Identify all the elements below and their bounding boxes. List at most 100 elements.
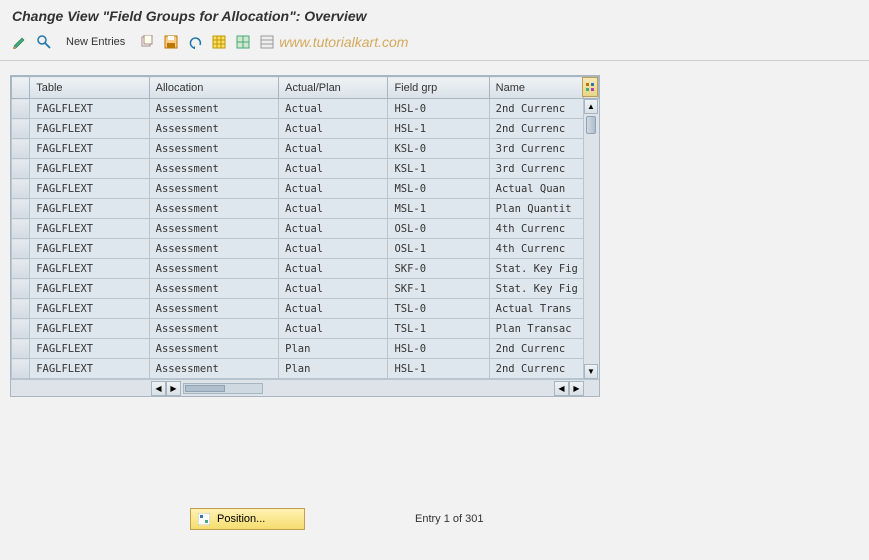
- table-row[interactable]: FAGLFLEXTAssessmentActualHSL-12nd Curren…: [12, 119, 599, 139]
- deselect-all-icon[interactable]: [257, 32, 277, 52]
- col-table-header[interactable]: Table: [30, 77, 149, 99]
- position-button[interactable]: Position...: [190, 508, 305, 530]
- cell-table[interactable]: FAGLFLEXT: [30, 299, 149, 319]
- cell-table[interactable]: FAGLFLEXT: [30, 159, 149, 179]
- table-row[interactable]: FAGLFLEXTAssessmentActualKSL-13rd Curren…: [12, 159, 599, 179]
- cell-name[interactable]: Stat. Key Fig: [489, 259, 583, 279]
- cell-name[interactable]: 3rd Currenc: [489, 139, 583, 159]
- cell-allocation[interactable]: Assessment: [149, 299, 279, 319]
- cell-allocation[interactable]: Assessment: [149, 259, 279, 279]
- row-selector[interactable]: [12, 119, 30, 139]
- cell-table[interactable]: FAGLFLEXT: [30, 239, 149, 259]
- col-selector-header[interactable]: [12, 77, 30, 99]
- row-selector[interactable]: [12, 199, 30, 219]
- table-row[interactable]: FAGLFLEXTAssessmentActualTSL-0Actual Tra…: [12, 299, 599, 319]
- row-selector[interactable]: [12, 279, 30, 299]
- table-row[interactable]: FAGLFLEXTAssessmentActualTSL-1Plan Trans…: [12, 319, 599, 339]
- table-row[interactable]: FAGLFLEXTAssessmentPlanHSL-12nd Currenc: [12, 359, 599, 379]
- cell-actualplan[interactable]: Actual: [279, 159, 388, 179]
- cell-fieldgrp[interactable]: HSL-1: [388, 359, 489, 379]
- cell-actualplan[interactable]: Actual: [279, 219, 388, 239]
- cell-fieldgrp[interactable]: MSL-1: [388, 199, 489, 219]
- cell-fieldgrp[interactable]: KSL-1: [388, 159, 489, 179]
- cell-name[interactable]: Actual Quan: [489, 179, 583, 199]
- row-selector[interactable]: [12, 259, 30, 279]
- cell-actualplan[interactable]: Plan: [279, 339, 388, 359]
- undo-icon[interactable]: [185, 32, 205, 52]
- row-selector[interactable]: [12, 339, 30, 359]
- cell-allocation[interactable]: Assessment: [149, 159, 279, 179]
- cell-table[interactable]: FAGLFLEXT: [30, 219, 149, 239]
- scroll-thumb[interactable]: [586, 116, 596, 134]
- select-all-icon[interactable]: [209, 32, 229, 52]
- cell-fieldgrp[interactable]: KSL-0: [388, 139, 489, 159]
- table-row[interactable]: FAGLFLEXTAssessmentActualHSL-02nd Curren…: [12, 99, 599, 119]
- cell-table[interactable]: FAGLFLEXT: [30, 99, 149, 119]
- cell-table[interactable]: FAGLFLEXT: [30, 279, 149, 299]
- cell-actualplan[interactable]: Actual: [279, 119, 388, 139]
- table-row[interactable]: FAGLFLEXTAssessmentActualKSL-03rd Curren…: [12, 139, 599, 159]
- cell-actualplan[interactable]: Actual: [279, 239, 388, 259]
- cell-name[interactable]: 2nd Currenc: [489, 339, 583, 359]
- cell-fieldgrp[interactable]: TSL-1: [388, 319, 489, 339]
- copy-icon[interactable]: [137, 32, 157, 52]
- toggle-display-change-icon[interactable]: [10, 32, 30, 52]
- cell-name[interactable]: 3rd Currenc: [489, 159, 583, 179]
- hscroll-left2-icon[interactable]: ◀: [554, 381, 569, 396]
- table-row[interactable]: FAGLFLEXTAssessmentActualOSL-14th Curren…: [12, 239, 599, 259]
- cell-allocation[interactable]: Assessment: [149, 179, 279, 199]
- cell-actualplan[interactable]: Actual: [279, 199, 388, 219]
- cell-fieldgrp[interactable]: OSL-0: [388, 219, 489, 239]
- row-selector[interactable]: [12, 319, 30, 339]
- cell-actualplan[interactable]: Actual: [279, 299, 388, 319]
- cell-allocation[interactable]: Assessment: [149, 219, 279, 239]
- col-name-header[interactable]: Name: [489, 77, 583, 99]
- row-selector[interactable]: [12, 239, 30, 259]
- cell-fieldgrp[interactable]: MSL-0: [388, 179, 489, 199]
- row-selector[interactable]: [12, 299, 30, 319]
- cell-table[interactable]: FAGLFLEXT: [30, 319, 149, 339]
- cell-actualplan[interactable]: Actual: [279, 259, 388, 279]
- cell-allocation[interactable]: Assessment: [149, 239, 279, 259]
- cell-table[interactable]: FAGLFLEXT: [30, 139, 149, 159]
- scroll-down-icon[interactable]: ▼: [584, 364, 598, 379]
- cell-fieldgrp[interactable]: HSL-0: [388, 339, 489, 359]
- hscroll-right2-icon[interactable]: ▶: [569, 381, 584, 396]
- hscroll-thumb[interactable]: [185, 385, 225, 392]
- hscroll-left-icon[interactable]: ◀: [151, 381, 166, 396]
- cell-actualplan[interactable]: Actual: [279, 99, 388, 119]
- cell-allocation[interactable]: Assessment: [149, 99, 279, 119]
- cell-name[interactable]: 2nd Currenc: [489, 359, 583, 379]
- cell-table[interactable]: FAGLFLEXT: [30, 179, 149, 199]
- new-entries-button[interactable]: New Entries: [58, 34, 133, 50]
- cell-table[interactable]: FAGLFLEXT: [30, 359, 149, 379]
- cell-allocation[interactable]: Assessment: [149, 359, 279, 379]
- cell-table[interactable]: FAGLFLEXT: [30, 259, 149, 279]
- cell-allocation[interactable]: Assessment: [149, 199, 279, 219]
- col-allocation-header[interactable]: Allocation: [149, 77, 279, 99]
- cell-name[interactable]: 2nd Currenc: [489, 119, 583, 139]
- cell-fieldgrp[interactable]: SKF-0: [388, 259, 489, 279]
- cell-fieldgrp[interactable]: HSL-1: [388, 119, 489, 139]
- cell-actualplan[interactable]: Actual: [279, 139, 388, 159]
- cell-actualplan[interactable]: Actual: [279, 279, 388, 299]
- table-row[interactable]: FAGLFLEXTAssessmentActualMSL-0Actual Qua…: [12, 179, 599, 199]
- save-icon[interactable]: [161, 32, 181, 52]
- hscroll-right-icon[interactable]: ▶: [166, 381, 181, 396]
- table-row[interactable]: FAGLFLEXTAssessmentActualSKF-1Stat. Key …: [12, 279, 599, 299]
- delimit-icon[interactable]: [233, 32, 253, 52]
- cell-name[interactable]: Plan Transac: [489, 319, 583, 339]
- cell-table[interactable]: FAGLFLEXT: [30, 199, 149, 219]
- cell-name[interactable]: 4th Currenc: [489, 219, 583, 239]
- cell-table[interactable]: FAGLFLEXT: [30, 339, 149, 359]
- cell-actualplan[interactable]: Actual: [279, 179, 388, 199]
- cell-name[interactable]: Plan Quantit: [489, 199, 583, 219]
- table-row[interactable]: FAGLFLEXTAssessmentActualSKF-0Stat. Key …: [12, 259, 599, 279]
- table-row[interactable]: FAGLFLEXTAssessmentActualMSL-1Plan Quant…: [12, 199, 599, 219]
- table-settings-icon[interactable]: [582, 77, 598, 97]
- row-selector[interactable]: [12, 99, 30, 119]
- cell-actualplan[interactable]: Actual: [279, 319, 388, 339]
- cell-allocation[interactable]: Assessment: [149, 119, 279, 139]
- row-selector[interactable]: [12, 219, 30, 239]
- row-selector[interactable]: [12, 139, 30, 159]
